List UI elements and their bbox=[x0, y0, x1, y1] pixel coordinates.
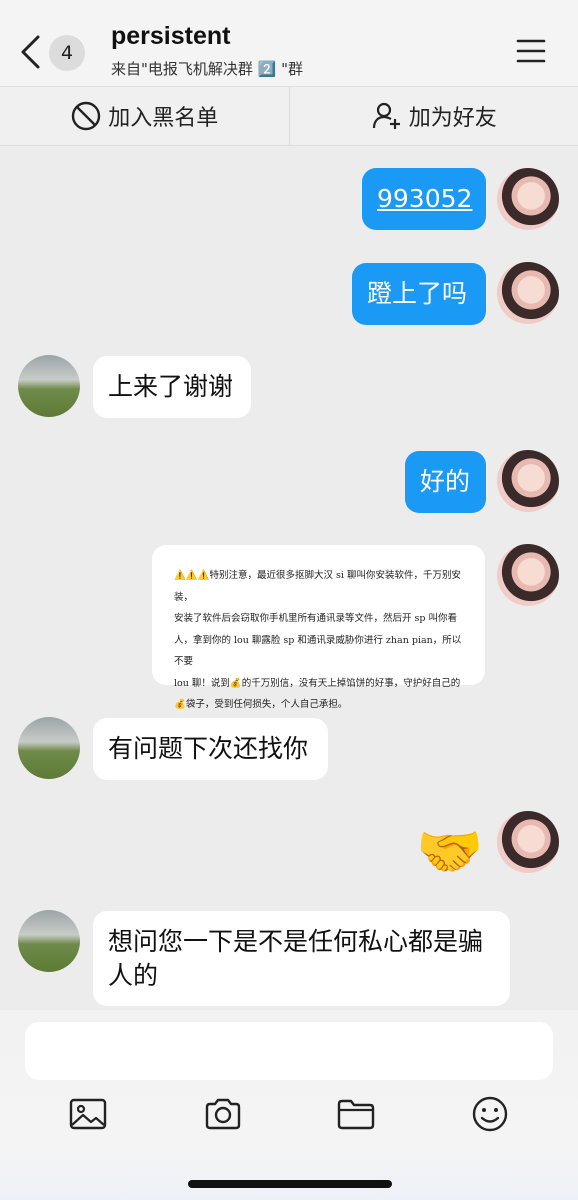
contact-avatar[interactable] bbox=[18, 910, 80, 972]
message-input[interactable] bbox=[25, 1022, 553, 1080]
folder-icon[interactable] bbox=[336, 1094, 376, 1134]
notice-line: 💰袋子，受到任何损失，个人自己承担。 bbox=[174, 699, 348, 710]
block-button[interactable]: 加入黑名单 bbox=[0, 87, 289, 145]
unread-count-badge[interactable]: 4 bbox=[49, 35, 85, 71]
back-chevron-icon[interactable] bbox=[18, 34, 44, 70]
notice-line: ⚠️⚠️⚠️特别注意，最近很多抠脚大汉 si 聊叫你安装软件，千万别安装， bbox=[174, 570, 461, 603]
block-icon bbox=[72, 101, 101, 131]
block-label: 加入黑名单 bbox=[108, 106, 219, 131]
notice-line: 人，拿到你的 lou 聊露脸 sp 和通讯录威胁你进行 zhan pian，所以… bbox=[174, 634, 462, 668]
notice-message[interactable]: ⚠️⚠️⚠️特别注意，最近很多抠脚大汉 si 聊叫你安装软件，千万别安装， 安装… bbox=[152, 545, 485, 710]
chat-header: 4 persistent 来自"电报飞机解决群 2️⃣ "群 bbox=[0, 0, 578, 86]
message-line: 人的 bbox=[108, 961, 159, 990]
message-bubble-sent[interactable]: 蹬上了吗 bbox=[352, 263, 486, 325]
message-bubble-sent[interactable]: 好的 bbox=[405, 451, 486, 513]
image-icon[interactable] bbox=[68, 1094, 108, 1134]
contact-avatar[interactable] bbox=[18, 355, 80, 417]
message-line: 想问您一下是不是任何私心都是骗 bbox=[108, 927, 484, 956]
handshake-sticker[interactable]: 🤝 bbox=[416, 822, 483, 882]
contact-avatar[interactable] bbox=[18, 717, 80, 779]
emoji-icon[interactable] bbox=[470, 1094, 510, 1134]
notice-line: lou 聊！说到💰的千万别信，没有天上掉馅饼的好事，守护好自己的 bbox=[174, 677, 461, 689]
camera-icon[interactable] bbox=[203, 1094, 243, 1134]
chat-subtitle: 来自"电报飞机解决群 2️⃣ "群 bbox=[111, 60, 304, 78]
my-avatar[interactable] bbox=[497, 811, 559, 873]
add-friend-label: 加为好友 bbox=[408, 106, 497, 131]
action-bar: 加入黑名单 加为好友 bbox=[0, 86, 578, 146]
message-bubble-received[interactable]: 想问您一下是不是任何私心都是骗 人的 bbox=[93, 911, 510, 1006]
message-bubble-received[interactable]: 有问题下次还找你 bbox=[93, 718, 328, 780]
chat-title: persistent bbox=[111, 22, 231, 50]
add-user-icon bbox=[372, 102, 400, 129]
my-avatar[interactable] bbox=[497, 544, 559, 606]
add-friend-button[interactable]: 加为好友 bbox=[288, 87, 578, 145]
message-link[interactable]: 993052 bbox=[377, 184, 472, 213]
notice-line: 安装了软件后会窃取你手机里所有通讯录等文件，然后开 sp 叫你看 bbox=[174, 613, 457, 624]
my-avatar[interactable] bbox=[497, 168, 559, 230]
home-indicator[interactable] bbox=[188, 1180, 392, 1188]
message-bubble-sent[interactable]: 993052 bbox=[362, 168, 486, 230]
my-avatar[interactable] bbox=[497, 262, 559, 324]
message-bubble-received[interactable]: 上来了谢谢 bbox=[93, 356, 251, 418]
menu-icon[interactable] bbox=[516, 38, 546, 64]
my-avatar[interactable] bbox=[497, 450, 559, 512]
